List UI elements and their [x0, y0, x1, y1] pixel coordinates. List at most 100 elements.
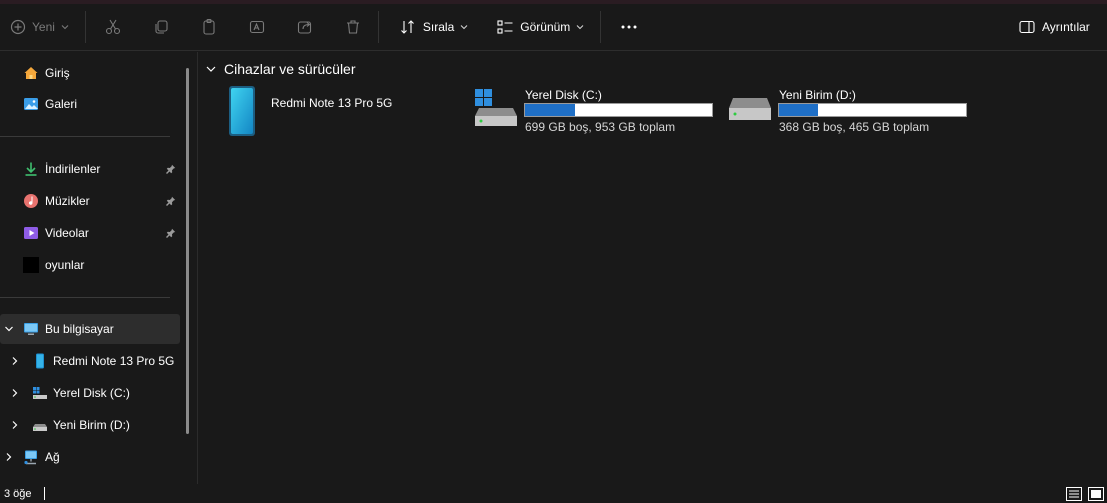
toolbar-separator	[600, 11, 602, 43]
computer-icon	[24, 323, 38, 335]
toolbar-separator	[84, 11, 86, 43]
sidebar-item-this-pc[interactable]: Bu bilgisayar	[0, 314, 180, 344]
network-icon	[24, 450, 37, 465]
sort-button[interactable]: Sırala	[393, 10, 474, 44]
sidebar-item-label: Giriş	[45, 66, 70, 80]
sidebar-item-label: Bu bilgisayar	[45, 322, 114, 336]
phone-icon	[229, 86, 255, 136]
drive-usage-bar	[778, 103, 967, 117]
device-tile-redmi[interactable]: Redmi Note 13 Pro 5G	[221, 82, 461, 142]
drive-usage-fill	[525, 104, 575, 116]
sidebar-scrollbar[interactable]	[186, 68, 189, 434]
sort-button-label: Sırala	[422, 20, 455, 34]
folder-icon	[23, 257, 39, 273]
view-button-label: Görünüm	[520, 20, 571, 34]
tiles-view-icon[interactable]	[1088, 487, 1104, 501]
sidebar-item-music[interactable]: Müzikler	[0, 186, 180, 216]
device-name: Yeni Birim (D:)	[779, 88, 856, 102]
content-area: Cihazlar ve sürücüler Redmi Note 13 Pro …	[199, 52, 1107, 484]
drive-usage-bar	[524, 103, 713, 117]
group-header[interactable]: Cihazlar ve sürücüler	[205, 61, 356, 77]
drive-usage-fill	[779, 104, 819, 116]
download-icon	[25, 162, 37, 176]
plus-circle-icon	[10, 19, 26, 35]
share-icon	[297, 21, 311, 34]
sidebar-item-label: oyunlar	[45, 258, 85, 272]
sidebar-item-label: İndirilenler	[45, 162, 101, 176]
pin-icon[interactable]	[166, 228, 176, 238]
music-icon	[24, 194, 38, 208]
pin-icon[interactable]	[166, 196, 176, 206]
scissors-icon	[105, 19, 120, 35]
sidebar-divider	[0, 136, 170, 137]
more-dots-icon	[621, 25, 637, 29]
drive-icon	[729, 98, 771, 120]
details-pane-icon	[1019, 20, 1035, 34]
view-button[interactable]: Görünüm	[490, 10, 590, 44]
drive-icon	[33, 424, 47, 431]
sidebar-item-downloads[interactable]: İndirilenler	[0, 154, 180, 184]
device-tile-new-volume-d[interactable]: Yeni Birim (D:) 368 GB boş, 465 GB topla…	[725, 82, 975, 142]
sort-icon	[401, 20, 414, 34]
chevron-right-icon[interactable]	[10, 356, 20, 366]
sidebar-item-local-disk-c[interactable]: Yerel Disk (C:)	[0, 378, 180, 408]
sidebar-item-gallery[interactable]: Galeri	[0, 89, 180, 119]
windows-drive-icon	[475, 89, 517, 126]
rename-button[interactable]	[242, 10, 272, 44]
item-count: 3 öğe	[4, 487, 32, 500]
sidebar-item-home[interactable]: Giriş	[0, 58, 180, 88]
chevron-right-icon[interactable]	[4, 452, 14, 462]
sidebar-item-redmi-phone[interactable]: Redmi Note 13 Pro 5G	[0, 346, 180, 376]
drive-space-info: 368 GB boş, 465 GB toplam	[779, 120, 930, 134]
toolbar-separator	[377, 11, 379, 43]
view-layout-icon	[497, 20, 513, 34]
device-name: Yerel Disk (C:)	[525, 88, 602, 102]
clipboard-icon	[203, 18, 215, 35]
sidebar-item-label: Videolar	[45, 226, 89, 240]
home-icon	[24, 67, 38, 79]
chevron-down-icon	[576, 25, 584, 30]
share-button[interactable]	[290, 10, 320, 44]
details-pane-button[interactable]: Ayrıntılar	[1012, 10, 1096, 44]
sidebar-item-label: Yerel Disk (C:)	[53, 386, 130, 400]
status-separator	[43, 487, 45, 500]
command-bar: Yeni Sırala Görünüm Ayrıntılar	[0, 4, 1107, 51]
new-button[interactable]: Yeni	[4, 10, 75, 44]
copy-button[interactable]	[146, 10, 176, 44]
sidebar-item-oyunlar[interactable]: oyunlar	[0, 250, 180, 280]
sidebar-divider	[0, 297, 170, 298]
sidebar-item-label: Yeni Birim (D:)	[53, 418, 130, 432]
drive-space-info: 699 GB boş, 953 GB toplam	[525, 120, 676, 134]
sidebar-item-label: Ağ	[45, 450, 60, 464]
navigation-pane: Giriş Galeri İndirilenler Müzikler Video…	[0, 52, 198, 484]
phone-icon	[36, 353, 44, 369]
sidebar-item-new-volume-d[interactable]: Yeni Birim (D:)	[0, 410, 180, 440]
gallery-icon	[24, 98, 38, 110]
sidebar-item-label: Redmi Note 13 Pro 5G	[53, 354, 175, 368]
device-name: Redmi Note 13 Pro 5G	[271, 96, 393, 110]
chevron-right-icon[interactable]	[10, 420, 20, 430]
details-pane-label: Ayrıntılar	[1042, 20, 1090, 34]
delete-button[interactable]	[338, 10, 368, 44]
sidebar-item-label: Galeri	[45, 97, 78, 111]
sidebar-item-label: Müzikler	[45, 194, 90, 208]
paste-button[interactable]	[194, 10, 224, 44]
chevron-down-icon[interactable]	[205, 63, 217, 75]
sidebar-item-network[interactable]: Ağ	[0, 442, 180, 472]
video-icon	[24, 227, 38, 239]
pin-icon[interactable]	[166, 164, 176, 174]
chevron-down-icon	[61, 25, 69, 30]
copy-icon	[155, 20, 168, 34]
status-bar: 3 öğe	[0, 484, 1107, 503]
cut-button[interactable]	[98, 10, 128, 44]
details-view-icon[interactable]	[1066, 487, 1082, 501]
device-tile-local-disk-c[interactable]: Yerel Disk (C:) 699 GB boş, 953 GB topla…	[471, 82, 721, 142]
chevron-right-icon[interactable]	[10, 388, 20, 398]
trash-icon	[346, 20, 359, 34]
new-button-label: Yeni	[32, 20, 55, 34]
more-options-button[interactable]	[613, 10, 645, 44]
windows-drive-icon	[33, 387, 47, 399]
sidebar-item-videos[interactable]: Videolar	[0, 218, 180, 248]
group-title: Cihazlar ve sürücüler	[224, 61, 356, 77]
chevron-down-icon[interactable]	[4, 324, 14, 334]
